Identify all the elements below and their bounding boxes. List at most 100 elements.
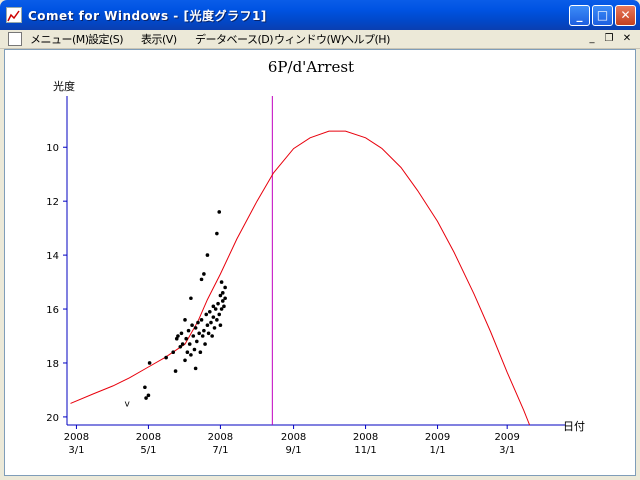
maximize-icon: □ — [596, 8, 609, 22]
observation-point — [199, 318, 204, 322]
observation-point — [223, 296, 227, 301]
menu-window[interactable]: ウィンドウ(W) — [274, 31, 345, 47]
observation-point — [144, 396, 148, 400]
x-tick-label-date: 3/1 — [499, 445, 515, 456]
close-icon: ✕ — [620, 8, 631, 22]
y-tick-label: 12 — [46, 197, 59, 208]
observation-point — [190, 323, 194, 328]
menu-bar: メニュー(M) 設定(S) 表示(V) データベース(D) ウィンドウ(W) ヘ… — [0, 30, 640, 49]
menu-database[interactable]: データベース(D) — [195, 31, 274, 47]
x-tick-label-year: 2008 — [353, 432, 378, 443]
observation-point — [189, 296, 193, 301]
x-tick-label-year: 2009 — [425, 432, 450, 443]
x-axis-label: 日付 — [563, 420, 585, 433]
graph-icon — [7, 10, 20, 22]
observation-point — [204, 312, 209, 317]
menu-help[interactable]: ヘルプ(H) — [343, 31, 390, 47]
x-tick-label-date: 5/1 — [140, 445, 156, 456]
observation-point — [202, 272, 206, 276]
observation-point — [211, 315, 216, 319]
menu-menu[interactable]: メニュー(M) — [30, 31, 89, 47]
x-tick-label-date: 9/1 — [286, 445, 302, 456]
light-curve-chart: 6P/d'Arrest 光度 日付 10 12 14 16 18 20 2008 3/1 200… — [46, 58, 585, 456]
close-button[interactable]: ✕ — [615, 5, 636, 26]
observation-point — [176, 334, 180, 338]
y-tick-label: 18 — [46, 359, 59, 370]
observation-point — [178, 344, 183, 349]
menu-view[interactable]: 表示(V) — [141, 31, 177, 47]
maximize-button[interactable]: □ — [592, 5, 613, 26]
minimize-button[interactable]: _ — [569, 5, 590, 26]
observation-point — [219, 280, 224, 284]
window-title: Comet for Windows - [光度グラフ1] — [28, 9, 267, 23]
observation-point — [173, 369, 178, 373]
observation-point — [183, 358, 187, 363]
x-tick-label-year: 2008 — [208, 432, 233, 443]
observation-point — [222, 304, 226, 309]
observation-point — [202, 328, 206, 333]
observation-point — [213, 307, 218, 311]
mdi-restore-icon[interactable]: ❐ — [602, 32, 616, 45]
x-tick-label-date: 1/1 — [430, 445, 446, 456]
y-tick-label: 20 — [46, 413, 59, 424]
observation-point — [210, 334, 214, 338]
observation-point — [183, 318, 187, 322]
x-tick-label-year: 2008 — [136, 432, 161, 443]
observation-point — [223, 285, 227, 290]
y-tick-label: 14 — [46, 251, 59, 262]
observation-point — [192, 347, 197, 352]
x-tick-label-date: 11/1 — [354, 445, 376, 456]
observation-point — [196, 320, 200, 325]
observation-point — [185, 350, 190, 354]
observation-point — [197, 331, 201, 336]
upper-limit-annotation: v — [125, 399, 131, 409]
y-tick-label: 16 — [46, 305, 59, 316]
observation-point — [217, 312, 222, 317]
observation-point — [143, 385, 147, 390]
x-tick-label-year: 2008 — [281, 432, 306, 443]
predicted-curve — [70, 130, 531, 426]
observation-point — [200, 334, 205, 338]
observation-point — [203, 342, 207, 346]
app-window: Comet for Windows - [光度グラフ1] _ □ ✕ メニュー(… — [0, 0, 640, 480]
observation-point — [206, 331, 211, 336]
observation-point — [216, 301, 220, 306]
observation-point — [171, 350, 176, 354]
y-tick-label: 10 — [46, 143, 59, 154]
x-tick-label-year: 2008 — [64, 432, 89, 443]
observation-point — [209, 320, 213, 325]
observation-point — [191, 334, 196, 338]
chart-title: 6P/d'Arrest — [268, 58, 354, 76]
observation-point — [187, 342, 192, 346]
minimize-icon: _ — [576, 8, 583, 22]
app-icon[interactable] — [6, 7, 22, 23]
observation-point — [193, 366, 198, 371]
observation-point — [220, 299, 225, 303]
observation-point — [205, 253, 210, 257]
x-tick-label-date: 7/1 — [212, 445, 228, 456]
observation-point — [211, 304, 216, 309]
observation-point — [219, 307, 224, 311]
title-bar[interactable]: Comet for Windows - [光度グラフ1] _ □ ✕ — [0, 0, 640, 30]
mdi-minimize-icon[interactable]: _ — [585, 32, 599, 45]
observation-point — [212, 326, 217, 330]
observation-point — [195, 339, 199, 344]
menu-settings[interactable]: 設定(S) — [88, 31, 124, 47]
observation-point — [184, 336, 188, 341]
observation-point — [179, 331, 184, 336]
observation-point — [193, 326, 198, 330]
mdi-close-icon[interactable]: ✕ — [620, 32, 634, 45]
observation-point — [220, 291, 225, 295]
observation-point — [218, 293, 223, 298]
y-axis-label: 光度 — [53, 79, 75, 93]
observation-point — [217, 210, 222, 214]
observation-point — [180, 342, 185, 346]
observation-point — [164, 355, 168, 360]
observation-point — [207, 309, 212, 314]
observation-point — [198, 350, 203, 354]
observation-point — [215, 318, 219, 322]
observation-point — [199, 277, 204, 282]
observation-point — [147, 361, 152, 365]
document-icon[interactable] — [8, 32, 22, 46]
observation-point — [218, 323, 223, 328]
